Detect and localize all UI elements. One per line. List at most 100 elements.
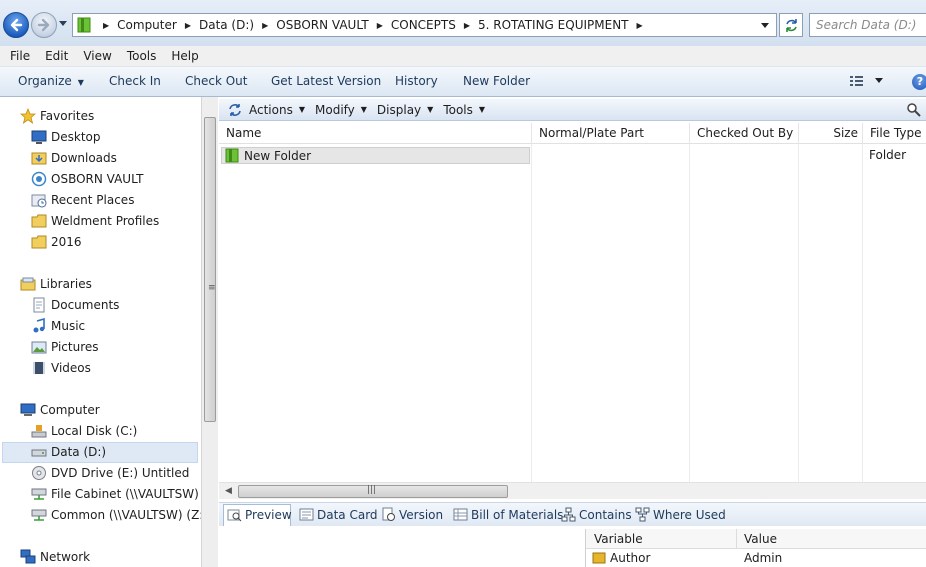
star-icon [20,108,36,124]
nav-item-pictures[interactable]: Pictures [31,339,99,355]
address-box[interactable]: ▶ Computer ▶ Data (D:) ▶ OSBORN VAULT ▶ … [72,13,777,37]
history-button[interactable]: History [395,74,438,88]
command-bar: Organize ▼ Check In Check Out Get Latest … [0,67,926,97]
menu-view[interactable]: View [83,49,111,63]
nav-item-file-cabinet-y[interactable]: File Cabinet (\\VAULTSW) (Y [31,486,203,502]
nav-network[interactable]: Network [20,549,90,565]
nav-item-weldment-profiles[interactable]: Weldment Profiles [31,213,159,229]
nav-favorites[interactable]: Favorites [20,108,94,124]
nav-item-music[interactable]: Music [31,318,85,334]
column-header-size[interactable]: Size [798,123,862,144]
row-name: New Folder [244,148,312,163]
new-folder-button[interactable]: New Folder [463,74,530,88]
table-row[interactable]: New Folder [221,147,530,164]
nav-item-label: Downloads [51,151,117,165]
breadcrumb-separator-icon[interactable]: ▶ [262,21,268,30]
nav-item-downloads[interactable]: Downloads [31,150,117,166]
refresh-button[interactable] [779,13,803,37]
refresh-icon [786,19,797,32]
data-card-icon [299,508,314,521]
nav-scrollbar[interactable]: ≡ [201,97,218,567]
nav-item-label: DVD Drive (E:) Untitled [51,466,190,480]
column-header-normal-plate-part[interactable]: Normal/Plate Part [531,123,689,144]
tab-contains[interactable]: Contains [561,507,632,522]
horizontal-scrollbar[interactable]: ◀ ||| [219,482,926,499]
modify-menu[interactable]: Modify ▼ [315,103,371,117]
menu-file[interactable]: File [10,49,30,63]
column-header-file-type[interactable]: File Type [862,123,926,144]
nav-item-2016[interactable]: 2016 [31,234,82,250]
version-icon [382,507,395,521]
column-header-name[interactable]: Name [219,123,531,144]
tools-menu[interactable]: Tools ▼ [443,103,489,117]
menu-edit[interactable]: Edit [45,49,68,63]
nav-item-common-z[interactable]: Common (\\VAULTSW) (Z:) [31,507,203,523]
change-view-button[interactable] [850,75,886,90]
tab-preview[interactable]: Preview [227,507,292,522]
breadcrumb-concepts[interactable]: CONCEPTS [391,18,456,32]
scroll-left-icon[interactable]: ◀ [225,486,232,496]
nav-item-documents[interactable]: Documents [31,297,119,313]
nav-item-desktop[interactable]: Desktop [31,129,101,145]
where-used-tree-icon [635,507,650,522]
tab-bill-of-materials[interactable]: Bill of Materials [453,507,563,522]
nav-item-data-d[interactable]: Data (D:) [31,444,106,460]
chevron-down-icon: ▼ [77,78,84,87]
nav-item-label: OSBORN VAULT [51,172,144,186]
menu-tools[interactable]: Tools [127,49,157,63]
breadcrumb: ▶ Computer ▶ Data (D:) ▶ OSBORN VAULT ▶ … [95,14,651,36]
nav-item-recent-places[interactable]: Recent Places [31,192,134,208]
nav-item-osborn-vault[interactable]: OSBORN VAULT [31,171,143,187]
modify-label: Modify [315,102,355,117]
check-in-button[interactable]: Check In [109,74,161,88]
breadcrumb-computer[interactable]: Computer [117,18,177,32]
actions-menu[interactable]: Actions ▼ [249,103,309,117]
recent-places-icon [31,194,47,208]
nav-scrollbar-thumb[interactable]: ≡ [204,117,216,422]
organize-button[interactable]: Organize ▼ [18,74,84,88]
get-latest-version-button[interactable]: Get Latest Version [271,74,381,88]
actions-label: Actions [249,102,293,117]
nav-computer[interactable]: Computer [20,402,100,418]
navigation-pane: Favorites Desktop Downloads OSBORN VAULT… [0,97,203,567]
menu-help[interactable]: Help [171,49,198,63]
magnifier-icon[interactable] [906,102,922,118]
help-icon[interactable]: ? [912,74,926,90]
tab-label: Preview [245,507,292,522]
nav-libraries[interactable]: Libraries [20,276,92,292]
variables-header-variable[interactable]: Variable [594,532,643,546]
nav-item-dvd-drive-e[interactable]: DVD Drive (E:) Untitled [31,465,189,481]
tab-where-used[interactable]: Where Used [635,507,726,522]
vault-refresh-icon[interactable] [227,102,243,118]
check-out-button[interactable]: Check Out [185,74,247,88]
breadcrumb-data-d[interactable]: Data (D:) [199,18,254,32]
nav-item-local-disk-c[interactable]: Local Disk (C:) [31,423,137,439]
variable-row[interactable]: Author [592,551,650,565]
tab-data-card[interactable]: Data Card [299,507,378,522]
back-button[interactable] [3,12,29,38]
nav-item-label: Common (\\VAULTSW) (Z:) [51,508,203,522]
documents-icon [33,297,45,313]
details-tab-bar: Preview Data Card Version Bill of Materi… [219,502,926,528]
recent-pages-dropdown-icon[interactable] [58,20,68,28]
breadcrumb-separator-icon[interactable]: ▶ [103,21,109,30]
breadcrumb-separator-icon[interactable]: ▶ [377,21,383,30]
column-header-checked-out-by[interactable]: Checked Out By [689,123,798,144]
address-dropdown-icon[interactable] [760,22,770,30]
variables-header-value[interactable]: Value [744,532,777,546]
back-arrow-icon [10,18,23,32]
breadcrumb-separator-icon[interactable]: ▶ [464,21,470,30]
scroll-grip-icon: ≡ [208,283,216,293]
nav-item-videos[interactable]: Videos [31,360,91,376]
tab-version[interactable]: Version [381,507,443,522]
breadcrumb-rotating-equipment[interactable]: 5. ROTATING EQUIPMENT [478,18,629,32]
forward-button[interactable] [31,12,57,38]
breadcrumb-separator-icon[interactable]: ▶ [185,21,191,30]
search-input[interactable]: Search Data (D:) [809,13,926,37]
breadcrumb-separator-icon[interactable]: ▶ [637,21,643,30]
nav-item-label: Recent Places [51,193,135,207]
breadcrumb-osborn-vault[interactable]: OSBORN VAULT [276,18,368,32]
bill-of-materials-icon [453,508,468,521]
display-menu[interactable]: Display ▼ [377,103,437,117]
horizontal-scrollbar-thumb[interactable]: ||| [238,485,508,498]
